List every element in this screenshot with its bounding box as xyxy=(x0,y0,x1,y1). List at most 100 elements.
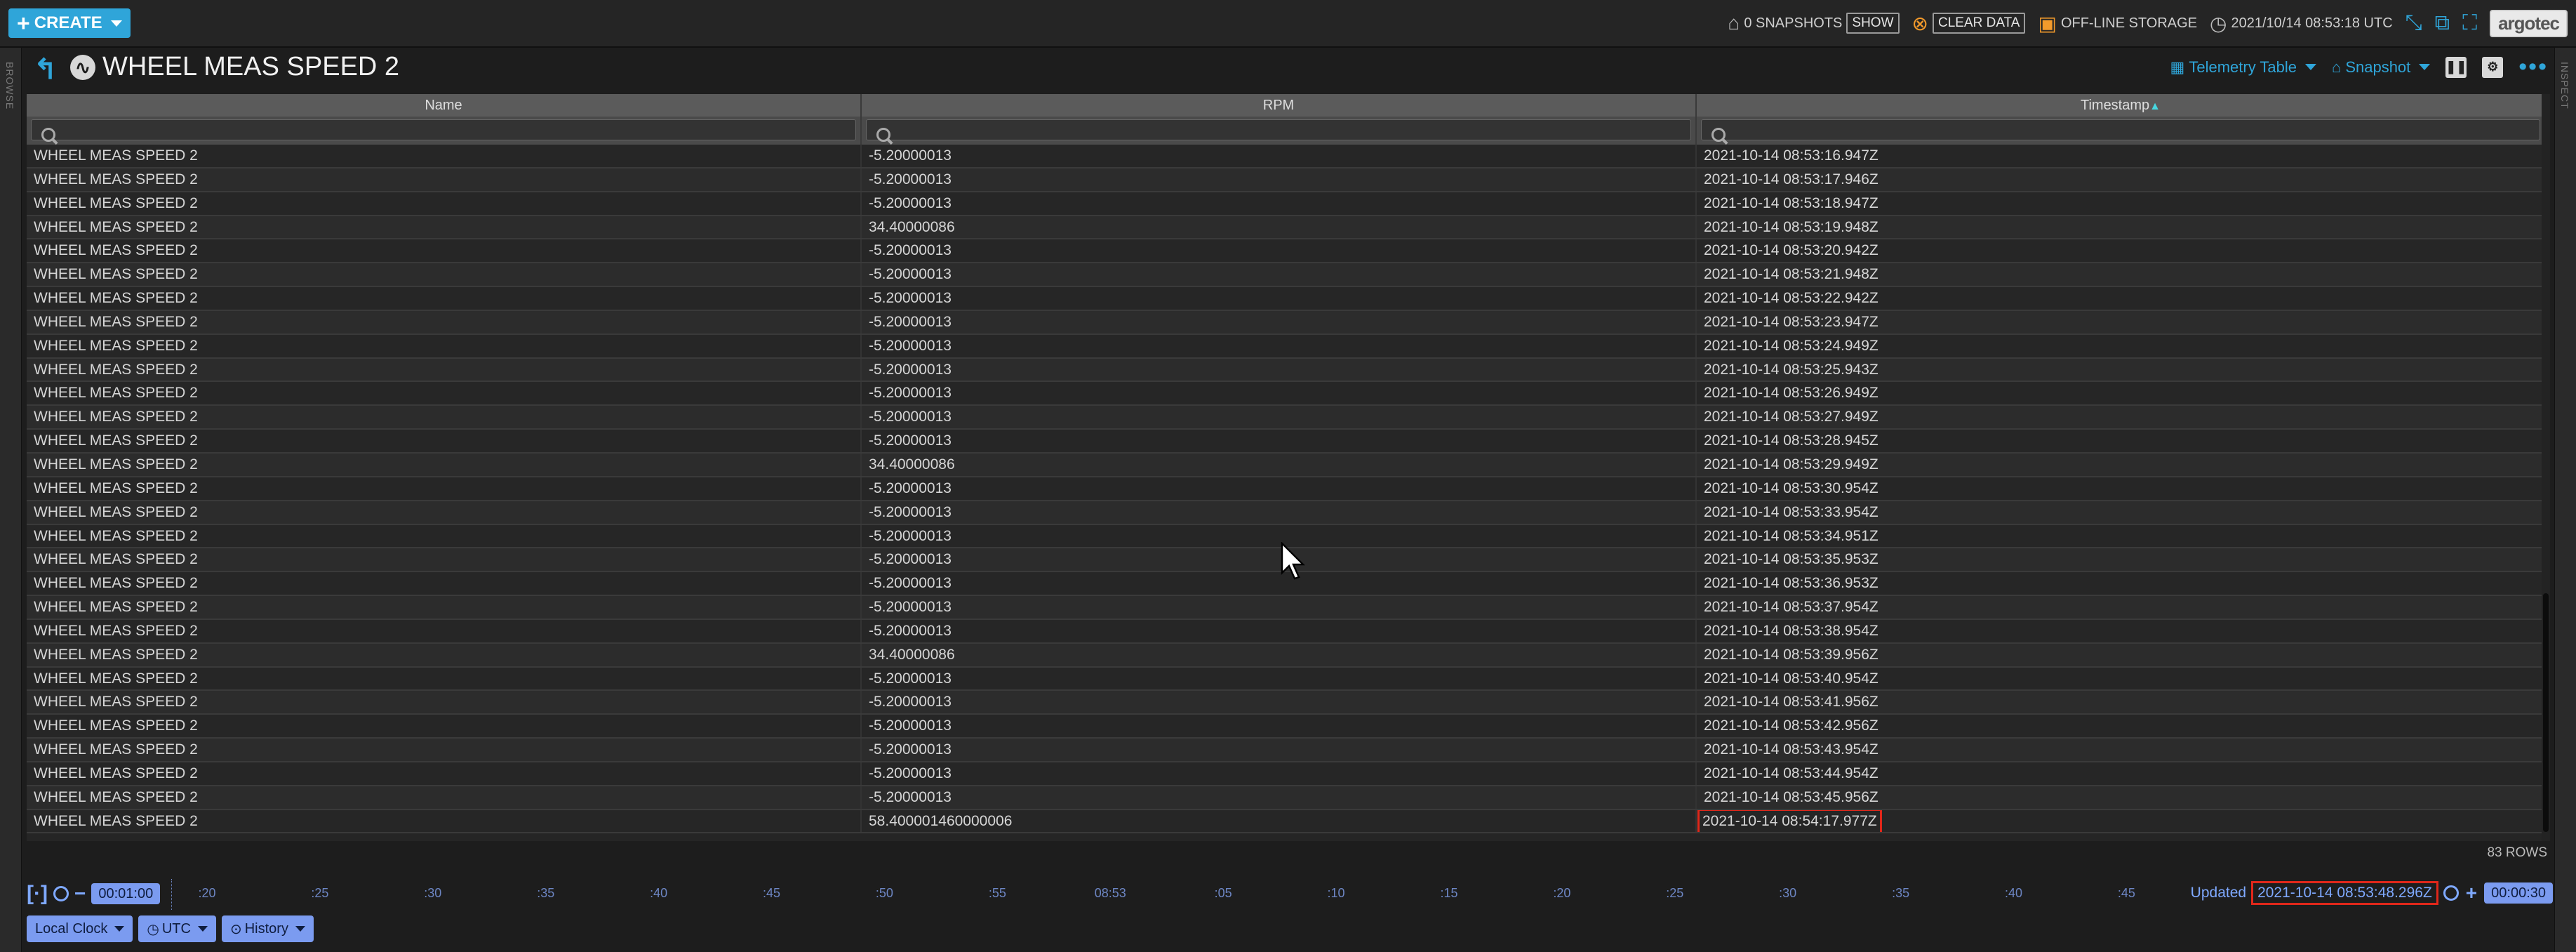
table-scrollbar-thumb[interactable] xyxy=(2543,593,2549,832)
table-row[interactable]: WHEEL MEAS SPEED 2 34.40000086 2021-10-14 … xyxy=(27,643,2546,668)
telemetry-icon: ∿ xyxy=(70,55,95,80)
column-filter-cell xyxy=(27,117,862,145)
plus-icon: + xyxy=(2465,882,2478,904)
table-row[interactable]: WHEEL MEAS SPEED 2 34.40000086 2021-10-14 … xyxy=(27,453,2546,477)
mode-select-button[interactable]: ⊙ History xyxy=(221,915,314,942)
snapshot-menu[interactable]: ⌂ Snapshot xyxy=(2332,58,2431,77)
end-offset-input[interactable]: 00:00:30 xyxy=(2484,882,2553,904)
cell-value: 2021-10-14 08:53:26.949Z xyxy=(1704,385,1878,402)
chevron-down-icon xyxy=(2419,64,2431,70)
cell-value: -5.20000013 xyxy=(869,741,952,758)
table-row[interactable]: WHEEL MEAS SPEED 2 -5.20000013 2021-10-14 … xyxy=(27,334,2546,359)
cell-value: 2021-10-14 08:53:36.953Z xyxy=(1704,575,1878,592)
column-header-1[interactable]: RPM xyxy=(862,94,1697,117)
timesystem-select-button[interactable]: ◷ UTC xyxy=(138,915,216,942)
bounds-icon[interactable]: [·] xyxy=(27,882,48,906)
new-window-icon[interactable]: ⧉ xyxy=(2435,11,2450,35)
object-title: WHEEL MEAS SPEED 2 xyxy=(102,52,400,81)
rpm-cell: -5.20000013 xyxy=(862,524,1697,548)
timestamp-cell: 2021-10-14 08:53:23.947Z xyxy=(1697,310,2546,333)
table-row[interactable]: WHEEL MEAS SPEED 2 -5.20000013 2021-10-14 … xyxy=(27,358,2546,383)
table-row[interactable]: WHEEL MEAS SPEED 2 -5.20000013 2021-10-14 … xyxy=(27,168,2546,192)
offline-storage[interactable]: ▣ OFF-LINE STORAGE xyxy=(2038,12,2197,35)
column-filter-input[interactable] xyxy=(31,119,856,142)
table-row[interactable]: WHEEL MEAS SPEED 2 -5.20000013 2021-10-14 … xyxy=(27,263,2546,288)
name-cell: WHEEL MEAS SPEED 2 xyxy=(27,596,862,619)
table-row[interactable]: WHEEL MEAS SPEED 2 -5.20000013 2021-10-14 … xyxy=(27,287,2546,311)
cell-value: WHEEL MEAS SPEED 2 xyxy=(34,503,198,520)
table-row[interactable]: WHEEL MEAS SPEED 2 -5.20000013 2021-10-14 … xyxy=(27,477,2546,501)
cell-value: 2021-10-14 08:53:40.954Z xyxy=(1704,670,1878,687)
table-row[interactable]: WHEEL MEAS SPEED 2 -5.20000013 2021-10-14 … xyxy=(27,406,2546,430)
cell-value: 2021-10-14 08:53:43.954Z xyxy=(1704,741,1878,758)
cell-value: -5.20000013 xyxy=(869,599,952,616)
name-cell: WHEEL MEAS SPEED 2 xyxy=(27,809,862,833)
time-tick-label: :55 xyxy=(988,886,1006,900)
cell-value: 2021-10-14 08:53:34.951Z xyxy=(1704,527,1878,544)
updated-timestamp: 2021-10-14 08:53:48.296Z xyxy=(2251,881,2438,905)
more-options-icon[interactable]: ••• xyxy=(2518,53,2548,81)
table-row[interactable]: WHEEL MEAS SPEED 2 34.40000086 2021-10-14 … xyxy=(27,216,2546,240)
collapse-icon[interactable]: ⤡ xyxy=(2405,11,2422,35)
cell-value: -5.20000013 xyxy=(869,361,952,378)
timesystem-label: UTC xyxy=(161,920,191,937)
time-axis[interactable]: :20:25:30:35:40:45:50:55 08:53:05:10:15:2… xyxy=(171,879,2207,910)
table-row[interactable]: WHEEL MEAS SPEED 2 -5.20000013 2021-10-14 … xyxy=(27,715,2546,739)
name-cell: WHEEL MEAS SPEED 2 xyxy=(27,287,862,310)
cell-value: WHEEL MEAS SPEED 2 xyxy=(34,242,198,259)
table-row[interactable]: WHEEL MEAS SPEED 2 -5.20000013 2021-10-14 … xyxy=(27,739,2546,762)
clear-data-button[interactable]: CLEAR DATA xyxy=(1932,13,2026,34)
start-offset-input[interactable]: 00:01:00 xyxy=(91,883,161,904)
mouse-pointer-icon xyxy=(1281,542,1305,580)
column-filter-input[interactable] xyxy=(866,119,1691,142)
fullscreen-icon[interactable]: ⛶ xyxy=(2462,11,2477,35)
table-row[interactable]: WHEEL MEAS SPEED 2 -5.20000013 2021-10-14 … xyxy=(27,239,2546,264)
argotec-logo: argotec xyxy=(2490,9,2568,37)
browse-pane-toggle[interactable]: BROWSE xyxy=(0,48,22,952)
navigate-up-icon[interactable]: ↰ xyxy=(34,53,58,86)
cell-value: 2021-10-14 08:53:39.956Z xyxy=(1704,646,1878,663)
table-row[interactable]: WHEEL MEAS SPEED 2 -5.20000013 2021-10-14 … xyxy=(27,596,2546,620)
settings-gear-icon[interactable]: ⚙ xyxy=(2482,56,2504,78)
timestamp-cell: 2021-10-14 08:53:22.942Z xyxy=(1697,287,2546,310)
table-row[interactable]: WHEEL MEAS SPEED 2 58.400001460000006 2021… xyxy=(27,809,2546,834)
name-cell: WHEEL MEAS SPEED 2 xyxy=(27,453,862,476)
table-row[interactable]: WHEEL MEAS SPEED 2 -5.20000013 2021-10-14 … xyxy=(27,786,2546,810)
table-row[interactable]: WHEEL MEAS SPEED 2 -5.20000013 2021-10-14 … xyxy=(27,382,2546,406)
pause-button[interactable]: ❚❚ xyxy=(2445,56,2467,78)
table-row[interactable]: WHEEL MEAS SPEED 2 -5.20000013 2021-10-14 … xyxy=(27,619,2546,644)
view-switcher[interactable]: ▦ Telemetry Table xyxy=(2170,58,2317,77)
cell-value: -5.20000013 xyxy=(869,765,952,781)
clock-select-button[interactable]: Local Clock xyxy=(27,915,133,942)
column-filter-input[interactable] xyxy=(1701,119,2540,142)
rpm-cell: 34.40000086 xyxy=(862,453,1697,476)
table-row[interactable]: WHEEL MEAS SPEED 2 -5.20000013 2021-10-14 … xyxy=(27,310,2546,335)
cell-value: 34.40000086 xyxy=(869,646,955,663)
table-row[interactable]: WHEEL MEAS SPEED 2 -5.20000013 2021-10-14 … xyxy=(27,762,2546,786)
time-tick-label: :25 xyxy=(1666,886,1684,900)
name-cell: WHEEL MEAS SPEED 2 xyxy=(27,358,862,381)
name-cell: WHEEL MEAS SPEED 2 xyxy=(27,382,862,405)
timestamp-cell: 2021-10-14 08:53:24.949Z xyxy=(1697,334,2546,357)
show-snapshots-button[interactable]: SHOW xyxy=(1846,13,1900,34)
house-icon: ⌂ xyxy=(1728,12,1740,34)
table-row[interactable]: WHEEL MEAS SPEED 2 -5.20000013 2021-10-14 … xyxy=(27,145,2546,168)
table-row[interactable]: WHEEL MEAS SPEED 2 -5.20000013 2021-10-14 … xyxy=(27,501,2546,525)
column-header-2[interactable]: Timestamp▲ xyxy=(1697,94,2546,117)
clear-data[interactable]: ⊗ CLEAR DATA xyxy=(1912,12,2026,35)
time-tick-label: :45 xyxy=(2117,886,2135,900)
timestamp-cell: 2021-10-14 08:53:39.956Z xyxy=(1697,643,2546,666)
table-row[interactable]: WHEEL MEAS SPEED 2 -5.20000013 2021-10-14 … xyxy=(27,192,2546,216)
column-header-0[interactable]: Name xyxy=(27,94,862,117)
cell-value: 2021-10-14 08:53:45.956Z xyxy=(1704,788,1878,805)
table-row[interactable]: WHEEL MEAS SPEED 2 -5.20000013 2021-10-14 … xyxy=(27,667,2546,692)
table-row[interactable]: WHEEL MEAS SPEED 2 -5.20000013 2021-10-14 … xyxy=(27,430,2546,454)
inspect-pane-toggle[interactable]: INSPECT xyxy=(2554,48,2576,952)
browse-label: BROWSE xyxy=(4,62,15,110)
create-button[interactable]: + CREATE xyxy=(8,8,131,38)
table-row[interactable]: WHEEL MEAS SPEED 2 -5.20000013 2021-10-14 … xyxy=(27,691,2546,715)
rpm-cell: -5.20000013 xyxy=(862,192,1697,215)
timestamp-cell: 2021-10-14 08:53:27.949Z xyxy=(1697,406,2546,429)
cell-value: WHEEL MEAS SPEED 2 xyxy=(34,670,198,687)
cell-value: -5.20000013 xyxy=(869,788,952,805)
